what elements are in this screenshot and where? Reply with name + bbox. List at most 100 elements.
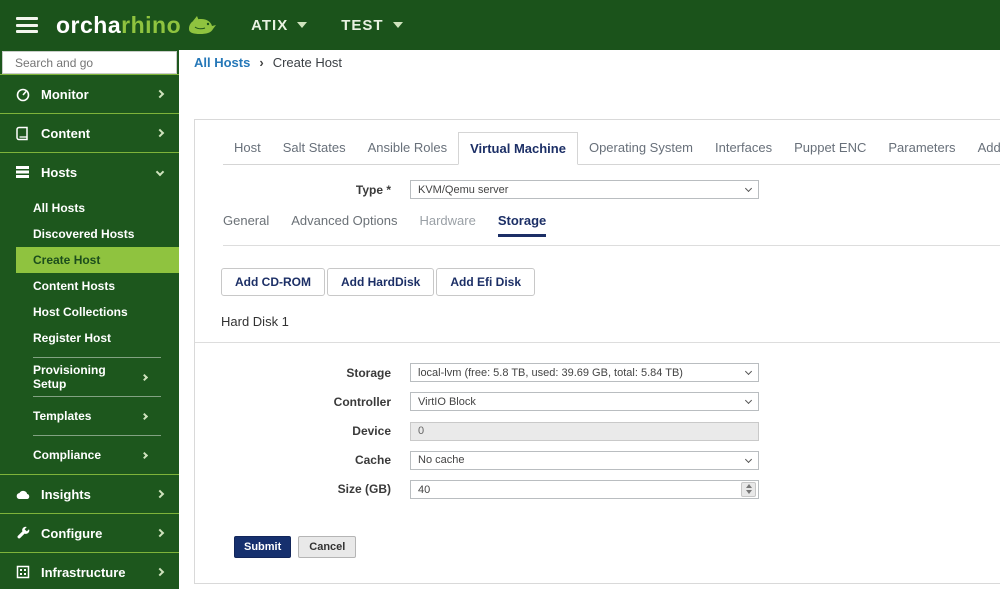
search-box[interactable] bbox=[2, 51, 177, 74]
cache-field-row: Cache No cache bbox=[195, 450, 1000, 470]
hamburger-menu-icon[interactable] bbox=[16, 17, 38, 33]
sidebar-item-compliance[interactable]: Compliance bbox=[0, 442, 179, 468]
sub-item-label: Discovered Hosts bbox=[33, 227, 135, 241]
main-tabs: Host Salt States Ansible Roles Virtual M… bbox=[223, 132, 1000, 165]
form-footer: Submit Cancel bbox=[234, 536, 1000, 558]
hard-disk-section-title: Hard Disk 1 bbox=[221, 314, 289, 329]
subtab-advanced-options[interactable]: Advanced Options bbox=[291, 213, 397, 237]
tab-parameters[interactable]: Parameters bbox=[877, 132, 966, 165]
section-divider bbox=[195, 342, 1000, 343]
breadcrumb-all-hosts-link[interactable]: All Hosts bbox=[194, 55, 250, 70]
wrench-icon bbox=[14, 526, 31, 540]
storage-pool-select[interactable]: local-lvm (free: 5.8 TB, used: 39.69 GB,… bbox=[410, 363, 759, 382]
type-select[interactable]: KVM/Qemu server bbox=[410, 180, 759, 199]
tachometer-icon bbox=[14, 86, 31, 102]
chevron-down-icon bbox=[744, 396, 753, 405]
tab-ansible-roles[interactable]: Ansible Roles bbox=[357, 132, 459, 165]
submenu-divider bbox=[33, 396, 161, 397]
sub-item-label: Register Host bbox=[33, 331, 112, 345]
device-label: Device bbox=[352, 423, 391, 438]
sub-item-label: Templates bbox=[33, 409, 92, 423]
subtab-hardware[interactable]: Hardware bbox=[419, 213, 475, 237]
sub-item-label: Create Host bbox=[33, 253, 101, 267]
breadcrumb: All Hosts › Create Host bbox=[194, 55, 342, 70]
cache-label: Cache bbox=[354, 453, 391, 467]
breadcrumb-separator-icon: › bbox=[259, 55, 264, 70]
tab-salt-states[interactable]: Salt States bbox=[272, 132, 357, 165]
sidebar-item-infrastructure[interactable]: Infrastructure bbox=[0, 552, 179, 591]
sidebar-item-configure[interactable]: Configure bbox=[0, 513, 179, 552]
chevron-right-icon bbox=[155, 489, 165, 499]
sidebar-item-all-hosts[interactable]: All Hosts bbox=[0, 195, 179, 221]
cache-select-value: No cache bbox=[418, 454, 465, 466]
chevron-right-icon bbox=[155, 567, 165, 577]
sidebar-item-host-collections[interactable]: Host Collections bbox=[0, 299, 179, 325]
size-field-row: Size (GB) bbox=[195, 480, 1000, 499]
sidebar-item-insights[interactable]: Insights bbox=[0, 474, 179, 513]
sidebar-item-content-hosts[interactable]: Content Hosts bbox=[0, 273, 179, 299]
sidebar-item-discovered-hosts[interactable]: Discovered Hosts bbox=[0, 221, 179, 247]
chevron-down-icon bbox=[744, 184, 753, 193]
organization-menu-label: ATIX bbox=[251, 16, 289, 34]
chevron-right-icon bbox=[140, 451, 149, 459]
sub-item-label: Provisioning Setup bbox=[33, 363, 106, 391]
controller-select-value: VirtIO Block bbox=[418, 395, 476, 408]
building-icon bbox=[14, 565, 31, 579]
chevron-down-icon bbox=[155, 167, 165, 177]
sidebar-item-label: Monitor bbox=[41, 86, 89, 102]
device-field-row: Device bbox=[195, 421, 1000, 441]
sidebar-item-content[interactable]: Content bbox=[0, 113, 179, 152]
submenu-divider bbox=[33, 357, 161, 358]
number-spinner[interactable] bbox=[741, 481, 756, 497]
size-input[interactable] bbox=[410, 480, 759, 499]
cancel-button[interactable]: Cancel bbox=[298, 536, 357, 558]
sidebar-item-hosts[interactable]: Hosts bbox=[0, 152, 179, 191]
tab-additional-information[interactable]: Additional Information bbox=[967, 132, 1000, 165]
add-harddisk-button[interactable]: Add HardDisk bbox=[326, 268, 435, 296]
cloud-icon bbox=[14, 488, 31, 501]
chevron-down-icon bbox=[392, 22, 403, 28]
brand-text-rhino: rhino bbox=[121, 11, 182, 38]
tab-virtual-machine[interactable]: Virtual Machine bbox=[458, 132, 578, 165]
type-label: Type * bbox=[355, 182, 391, 197]
search-input[interactable] bbox=[15, 55, 170, 70]
controller-select[interactable]: VirtIO Block bbox=[410, 392, 759, 411]
chevron-right-icon bbox=[140, 373, 149, 381]
tab-host[interactable]: Host bbox=[223, 132, 272, 165]
cache-select[interactable]: No cache bbox=[410, 450, 759, 470]
subtab-storage[interactable]: Storage bbox=[497, 213, 547, 237]
storage-label: Storage bbox=[346, 365, 391, 380]
type-select-value: KVM/Qemu server bbox=[418, 183, 509, 196]
sidebar-item-label: Insights bbox=[41, 486, 91, 502]
spinner-down-icon[interactable] bbox=[745, 490, 752, 494]
chevron-down-icon bbox=[744, 367, 753, 376]
storage-pool-select-value: local-lvm (free: 5.8 TB, used: 39.69 GB,… bbox=[418, 366, 683, 379]
organization-menu[interactable]: ATIX bbox=[251, 16, 308, 34]
tab-operating-system[interactable]: Operating System bbox=[578, 132, 704, 165]
sidebar-item-label: Infrastructure bbox=[41, 564, 126, 580]
sub-item-label: Content Hosts bbox=[33, 279, 115, 293]
add-cdrom-button[interactable]: Add CD-ROM bbox=[221, 268, 325, 296]
submit-button[interactable]: Submit bbox=[234, 536, 292, 558]
location-menu[interactable]: TEST bbox=[341, 17, 403, 34]
sidebar-item-provisioning-setup[interactable]: Provisioning Setup bbox=[0, 363, 179, 391]
hosts-submenu: All Hosts Discovered Hosts Create Host C… bbox=[0, 191, 179, 474]
subtab-general[interactable]: General bbox=[223, 213, 269, 237]
sidebar-item-create-host[interactable]: Create Host bbox=[16, 247, 179, 273]
spinner-up-icon[interactable] bbox=[745, 484, 752, 488]
tab-interfaces[interactable]: Interfaces bbox=[704, 132, 783, 165]
sidebar-item-register-host[interactable]: Register Host bbox=[0, 325, 179, 351]
orcharhino-logo[interactable]: orcha rhino bbox=[56, 12, 217, 39]
chevron-right-icon bbox=[155, 89, 165, 99]
server-stack-icon bbox=[14, 165, 31, 179]
sub-item-label: Host Collections bbox=[33, 305, 128, 319]
sub-item-label: All Hosts bbox=[33, 201, 86, 215]
tab-puppet-enc[interactable]: Puppet ENC bbox=[783, 132, 877, 165]
sidebar-item-monitor[interactable]: Monitor bbox=[0, 74, 179, 113]
sidebar-item-label: Content bbox=[41, 125, 91, 141]
sidebar-item-templates[interactable]: Templates bbox=[0, 403, 179, 429]
sidebar-item-label: Configure bbox=[41, 525, 103, 541]
create-host-panel: Host Salt States Ansible Roles Virtual M… bbox=[194, 119, 1000, 584]
sub-item-label: Compliance bbox=[33, 448, 102, 462]
add-efi-disk-button[interactable]: Add Efi Disk bbox=[436, 268, 536, 296]
